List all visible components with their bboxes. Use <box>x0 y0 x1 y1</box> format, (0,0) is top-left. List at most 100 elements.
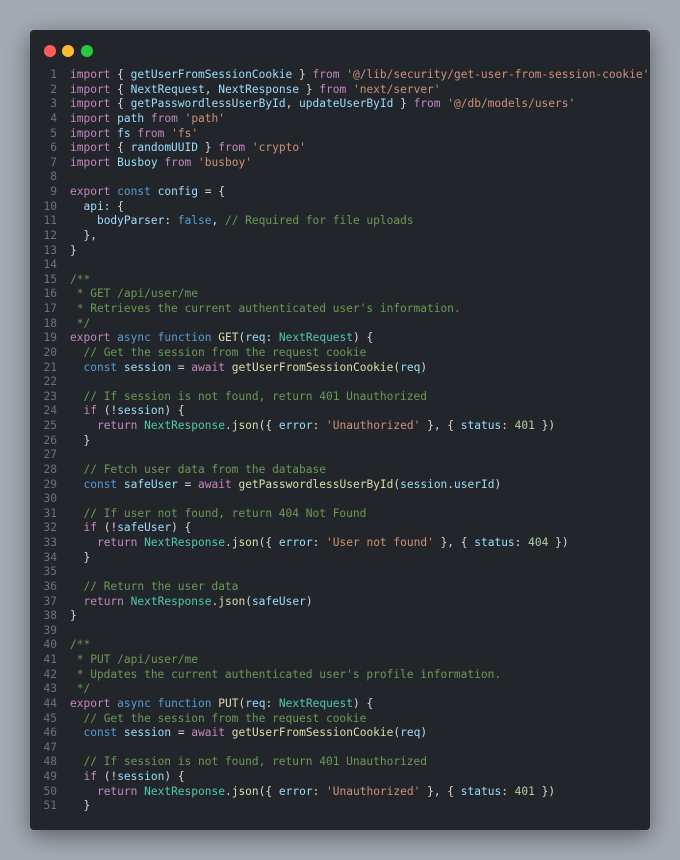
close-button[interactable] <box>44 45 56 57</box>
code-token: } <box>292 68 313 81</box>
code-line: 4 import path from 'path' <box>30 112 650 127</box>
code-token: const <box>83 477 118 491</box>
code-token: : <box>164 214 178 228</box>
code-token: } <box>393 97 414 111</box>
code-token: '@/db/models/users' <box>447 97 576 111</box>
code-line: 14 <box>30 258 650 273</box>
code-token: NextRequest <box>278 331 354 345</box>
minimize-button[interactable] <box>62 45 74 57</box>
code-line: 11 bodyParser: false, // Required for fi… <box>30 214 650 229</box>
line-source: } <box>70 609 77 624</box>
code-token: */ <box>70 682 91 696</box>
line-number: 36 <box>43 579 57 593</box>
line-number: 3 <box>50 97 57 111</box>
line-number: 42 <box>43 667 57 681</box>
code-token: } <box>299 82 320 96</box>
code-line: 18 */ <box>30 317 650 332</box>
code-editor[interactable]: 1 import { getUserFromSessionCookie } fro… <box>30 68 650 814</box>
code-token: } <box>198 141 219 155</box>
code-token: /** <box>70 638 91 652</box>
line-source: * Updates the current authenticated user… <box>70 668 501 683</box>
code-line: 37 return NextResponse.json(safeUser) <box>30 595 650 610</box>
code-token: getPasswordlessUserById <box>130 97 286 111</box>
line-source: export async function PUT(req: NextReque… <box>70 697 373 712</box>
line-source: } <box>70 434 90 449</box>
code-token: // Return the user data <box>83 579 239 593</box>
code-token: status <box>460 784 502 798</box>
code-token: { <box>110 82 131 96</box>
line-number: 16 <box>43 287 57 301</box>
code-token: } <box>70 799 91 813</box>
code-token: getPasswordlessUserById <box>238 477 394 491</box>
code-token: . <box>224 419 232 432</box>
line-source: }, <box>70 229 96 244</box>
line-source: import { NextRequest, NextResponse } fro… <box>70 83 441 98</box>
code-token: ) { <box>171 521 192 535</box>
code-token: const <box>117 185 151 198</box>
line-source: api: { <box>70 199 124 215</box>
code-token: getUserFromSessionCookie <box>231 726 394 740</box>
code-token: { <box>110 141 131 155</box>
code-token: async <box>117 696 151 710</box>
line-source: import Busboy from 'busboy' <box>70 156 252 171</box>
line-number: 41 <box>43 653 57 666</box>
code-line: 26 } <box>30 434 650 449</box>
code-line: 7 import Busboy from 'busboy' <box>30 156 650 171</box>
line-source: // If user not found, return 404 Not Fou… <box>70 507 366 522</box>
line-source: const session = await getUserFromSession… <box>70 361 427 376</box>
code-token: } <box>70 243 77 257</box>
code-token: from <box>413 97 441 111</box>
code-token: import <box>70 68 111 81</box>
code-token: await <box>191 726 225 740</box>
code-token: randomUUID <box>130 141 198 155</box>
code-token: from <box>137 126 165 140</box>
code-line: 48 // If session is not found, return 40… <box>30 755 650 770</box>
code-token: } <box>70 609 77 623</box>
line-number: 12 <box>43 228 57 242</box>
code-token: { <box>110 97 131 111</box>
code-line: 22 <box>30 375 650 390</box>
code-token: from <box>218 141 246 155</box>
line-source: return NextResponse.json({ error: 'User … <box>70 536 569 551</box>
line-number: 45 <box>43 711 57 725</box>
line-source: import { getPasswordlessUserById, update… <box>70 97 575 112</box>
line-number: 8 <box>50 170 57 184</box>
code-token: , <box>204 82 219 96</box>
line-source: } <box>70 244 77 259</box>
code-token: safeUser <box>251 594 306 608</box>
line-source: import { getUserFromSessionCookie } from… <box>70 68 649 83</box>
code-token: NextResponse <box>130 594 212 608</box>
code-token: : <box>312 784 327 798</box>
line-number: 24 <box>43 404 57 418</box>
zoom-button[interactable] <box>81 45 93 57</box>
code-token: import <box>70 155 111 169</box>
code-token: getUserFromSessionCookie <box>231 360 394 374</box>
line-source: const session = await getUserFromSession… <box>70 726 427 741</box>
code-line: 50 return NextResponse.json({ error: 'Un… <box>30 785 650 800</box>
code-token: ({ <box>258 536 279 549</box>
line-number: 5 <box>50 126 57 140</box>
code-token: function <box>157 331 212 345</box>
code-token: path <box>117 111 145 125</box>
code-token: req <box>245 331 266 345</box>
code-line: 40 /** <box>30 638 650 653</box>
code-token: , <box>285 97 300 111</box>
window-titlebar <box>30 30 650 70</box>
code-token: NextResponse <box>144 536 225 549</box>
line-number: 31 <box>43 506 57 520</box>
code-token: : { <box>103 199 124 213</box>
